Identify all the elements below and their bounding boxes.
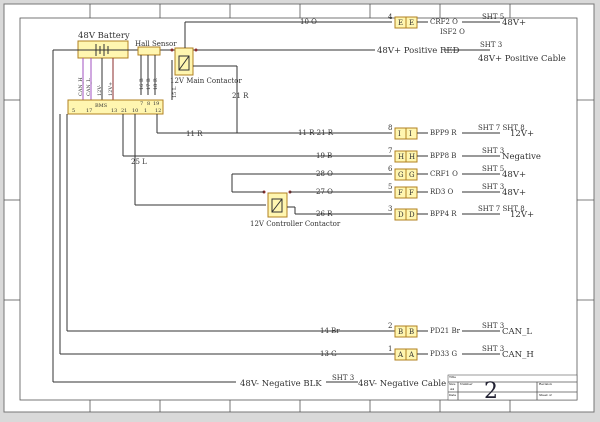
wire-label: 13 G	[320, 350, 337, 358]
svg-text:Revision: Revision	[539, 382, 552, 386]
svg-text:17 B: 17 B	[146, 78, 152, 90]
svg-text:5: 5	[72, 108, 75, 114]
sheet-ref: SHT 5	[482, 165, 504, 173]
sheet-ref: SHT 3	[482, 147, 504, 155]
bms-label: BMS	[95, 103, 108, 109]
connector-number: 3	[388, 205, 392, 213]
connector-number: 1	[388, 345, 392, 353]
connector-right-label: CRF1 O	[430, 170, 458, 178]
connector-right-label: CRF2 O	[430, 18, 458, 26]
negative-bus-dest: 48V- Negative Cable	[358, 379, 446, 389]
destination-label: Negative	[502, 152, 541, 162]
wire-label: 26 R	[316, 210, 333, 218]
destination-label: 48V+	[502, 170, 526, 180]
svg-text:11 R: 11 R	[186, 130, 203, 138]
wire-label: 28 O	[316, 170, 333, 178]
destination-label: 48V+	[502, 188, 526, 198]
sheet-ref: SHT 5	[482, 13, 504, 21]
svg-text:Date: Date	[449, 393, 456, 397]
svg-text:7: 7	[140, 101, 143, 107]
positive-bus-label: 48V+ Positive RED	[377, 46, 460, 56]
negative-bus-sht: SHT 3	[332, 374, 354, 382]
svg-text:D: D	[398, 211, 404, 219]
connector-right-label: BPP8 B	[430, 152, 456, 160]
connector-number: 8	[388, 124, 392, 132]
svg-text:B: B	[409, 328, 414, 336]
positive-bus-dest: 48V+ Positive Cable	[478, 54, 566, 64]
svg-text:E: E	[398, 19, 403, 27]
svg-text:B: B	[398, 328, 403, 336]
svg-text:13: 13	[111, 108, 117, 114]
svg-text:18 R: 18 R	[153, 78, 159, 90]
svg-text:CAN_L: CAN_L	[86, 78, 92, 96]
destination-label: 48V+	[502, 18, 526, 28]
connector-right-label: PD33 G	[430, 350, 457, 358]
battery-label: 48V Battery	[78, 31, 130, 41]
title-block: Title Size A4 Number Revision Date Sheet…	[447, 374, 578, 404]
wire-label: 14 Br	[320, 327, 340, 335]
svg-text:15 L: 15 L	[172, 86, 178, 98]
svg-text:H: H	[398, 153, 404, 161]
destination-label: CAN_H	[502, 350, 534, 360]
svg-text:G: G	[409, 171, 415, 179]
destination-label: 12V+	[510, 129, 534, 139]
svg-text:Size: Size	[449, 382, 456, 386]
svg-text:ISF2 O: ISF2 O	[440, 28, 465, 36]
destination-label: CAN_L	[502, 327, 532, 337]
bms: BMS 5 17 13 21 10 1 12 7 8 19	[67, 99, 164, 115]
wiring-schematic: 48V Battery 48V+ Positive RED SHT 3 48V+…	[0, 0, 600, 422]
negative-bus-label: 48V- Negative BLK	[240, 379, 322, 389]
svg-text:12V+: 12V+	[108, 82, 114, 96]
svg-text:Number: Number	[460, 382, 473, 386]
connector-number: 4	[388, 13, 393, 21]
svg-text:16 B: 16 B	[139, 78, 145, 90]
svg-text:I: I	[398, 130, 401, 138]
sheet-ref: SHT 3	[482, 345, 504, 353]
controller-contactor-label: 12V Controller Contactor	[250, 220, 341, 228]
svg-text:19: 19	[153, 101, 159, 107]
svg-text:Sheet of: Sheet of	[539, 393, 553, 397]
svg-text:21 R: 21 R	[232, 92, 249, 100]
sheet-ref: SHT 3	[482, 322, 504, 330]
svg-text:F: F	[398, 189, 403, 197]
sheet-ref: SHT 3	[482, 183, 504, 191]
destination-label: 12V+	[510, 210, 534, 220]
connector-number: 5	[388, 183, 392, 191]
connector-right-label: BPP4 R	[430, 210, 457, 218]
svg-text:Title: Title	[449, 375, 456, 379]
svg-text:E: E	[409, 19, 414, 27]
connector-right-label: RD3 O	[430, 188, 454, 196]
wire-label: 11 R 21 R	[298, 129, 334, 137]
svg-text:G: G	[398, 171, 404, 179]
connector-right-label: BPP9 R	[430, 129, 457, 137]
svg-text:10: 10	[132, 108, 138, 114]
svg-text:21: 21	[121, 108, 127, 114]
sheet-number: 2	[484, 379, 498, 404]
svg-text:CAN_H: CAN_H	[78, 77, 84, 96]
positive-bus-sht: SHT 3	[480, 41, 502, 49]
svg-text:A: A	[408, 351, 415, 359]
connector-right-label: PD21 Br	[430, 327, 461, 335]
svg-text:A: A	[397, 351, 404, 359]
svg-text:12V-: 12V-	[97, 84, 103, 96]
svg-text:25 L: 25 L	[131, 158, 147, 166]
svg-text:D: D	[409, 211, 415, 219]
svg-text:F: F	[409, 189, 414, 197]
svg-text:A4: A4	[449, 387, 454, 391]
svg-text:17: 17	[86, 108, 92, 114]
wire-label: 10 O	[300, 18, 317, 26]
wire-label: 27 O	[316, 188, 333, 196]
main-contactor-label: 12V Main Contactor	[170, 77, 243, 85]
wire-label: 19 B	[316, 152, 332, 160]
svg-text:H: H	[409, 153, 415, 161]
connector-number: 2	[388, 322, 392, 330]
connector-number: 6	[388, 165, 393, 173]
svg-text:I: I	[409, 130, 412, 138]
battery: 48V Battery	[77, 31, 130, 59]
connector-number: 7	[388, 147, 392, 155]
svg-text:12: 12	[155, 108, 161, 114]
svg-text:1: 1	[144, 108, 147, 114]
svg-text:8: 8	[147, 101, 150, 107]
